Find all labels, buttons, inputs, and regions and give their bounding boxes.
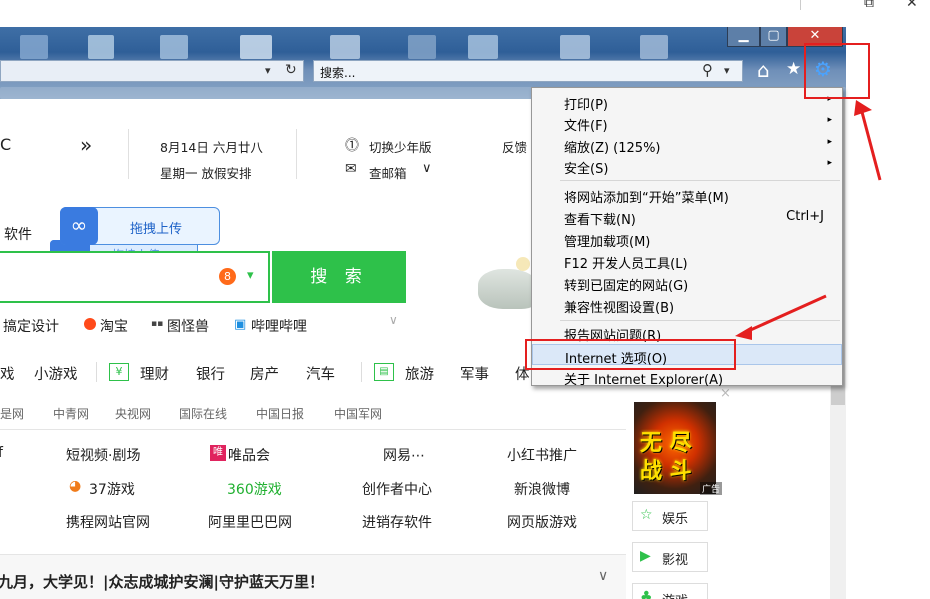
annotation-arrows	[735, 100, 882, 340]
annotation-arrow-gear	[860, 111, 882, 181]
annotation-arrowhead-options	[735, 326, 752, 340]
annotation-arrow-options	[745, 294, 827, 334]
